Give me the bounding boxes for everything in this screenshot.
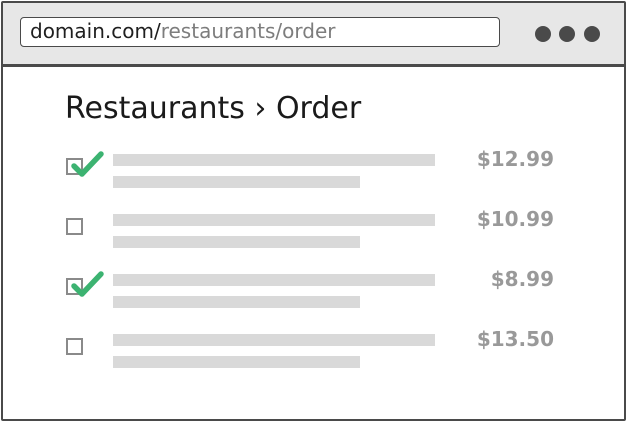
item-name-placeholder	[113, 274, 435, 286]
item-description-placeholder	[113, 176, 360, 188]
item-description-placeholder	[113, 296, 360, 308]
url-domain: domain.com/	[30, 19, 161, 43]
page-title: Restaurants › Order	[65, 91, 362, 126]
item-name-placeholder	[113, 334, 435, 346]
order-item: $12.99	[3, 147, 624, 191]
browser-window: domain.com/restaurants/order Restaurants…	[1, 1, 626, 421]
item-checkbox[interactable]	[66, 338, 83, 355]
order-item: $8.99	[3, 267, 624, 311]
order-item: $10.99	[3, 207, 624, 251]
checkmark-icon	[71, 271, 104, 297]
checkmark-icon	[71, 151, 104, 177]
page-content: Restaurants › Order $12.99 $10.99 $8.99	[3, 67, 624, 419]
item-checkbox[interactable]	[66, 218, 83, 235]
item-price: $10.99	[476, 207, 554, 231]
menu-dot	[559, 26, 575, 42]
item-name-placeholder	[113, 154, 435, 166]
item-name-placeholder	[113, 214, 435, 226]
order-item: $13.50	[3, 327, 624, 371]
item-price: $12.99	[476, 147, 554, 171]
address-bar[interactable]: domain.com/restaurants/order	[20, 17, 500, 47]
url-path: restaurants/order	[160, 19, 336, 43]
item-price: $13.50	[476, 327, 554, 351]
menu-dot	[584, 26, 600, 42]
item-price: $8.99	[490, 267, 554, 291]
menu-dot	[535, 26, 551, 42]
item-description-placeholder	[113, 236, 360, 248]
browser-toolbar: domain.com/restaurants/order	[3, 3, 624, 67]
item-description-placeholder	[113, 356, 360, 368]
